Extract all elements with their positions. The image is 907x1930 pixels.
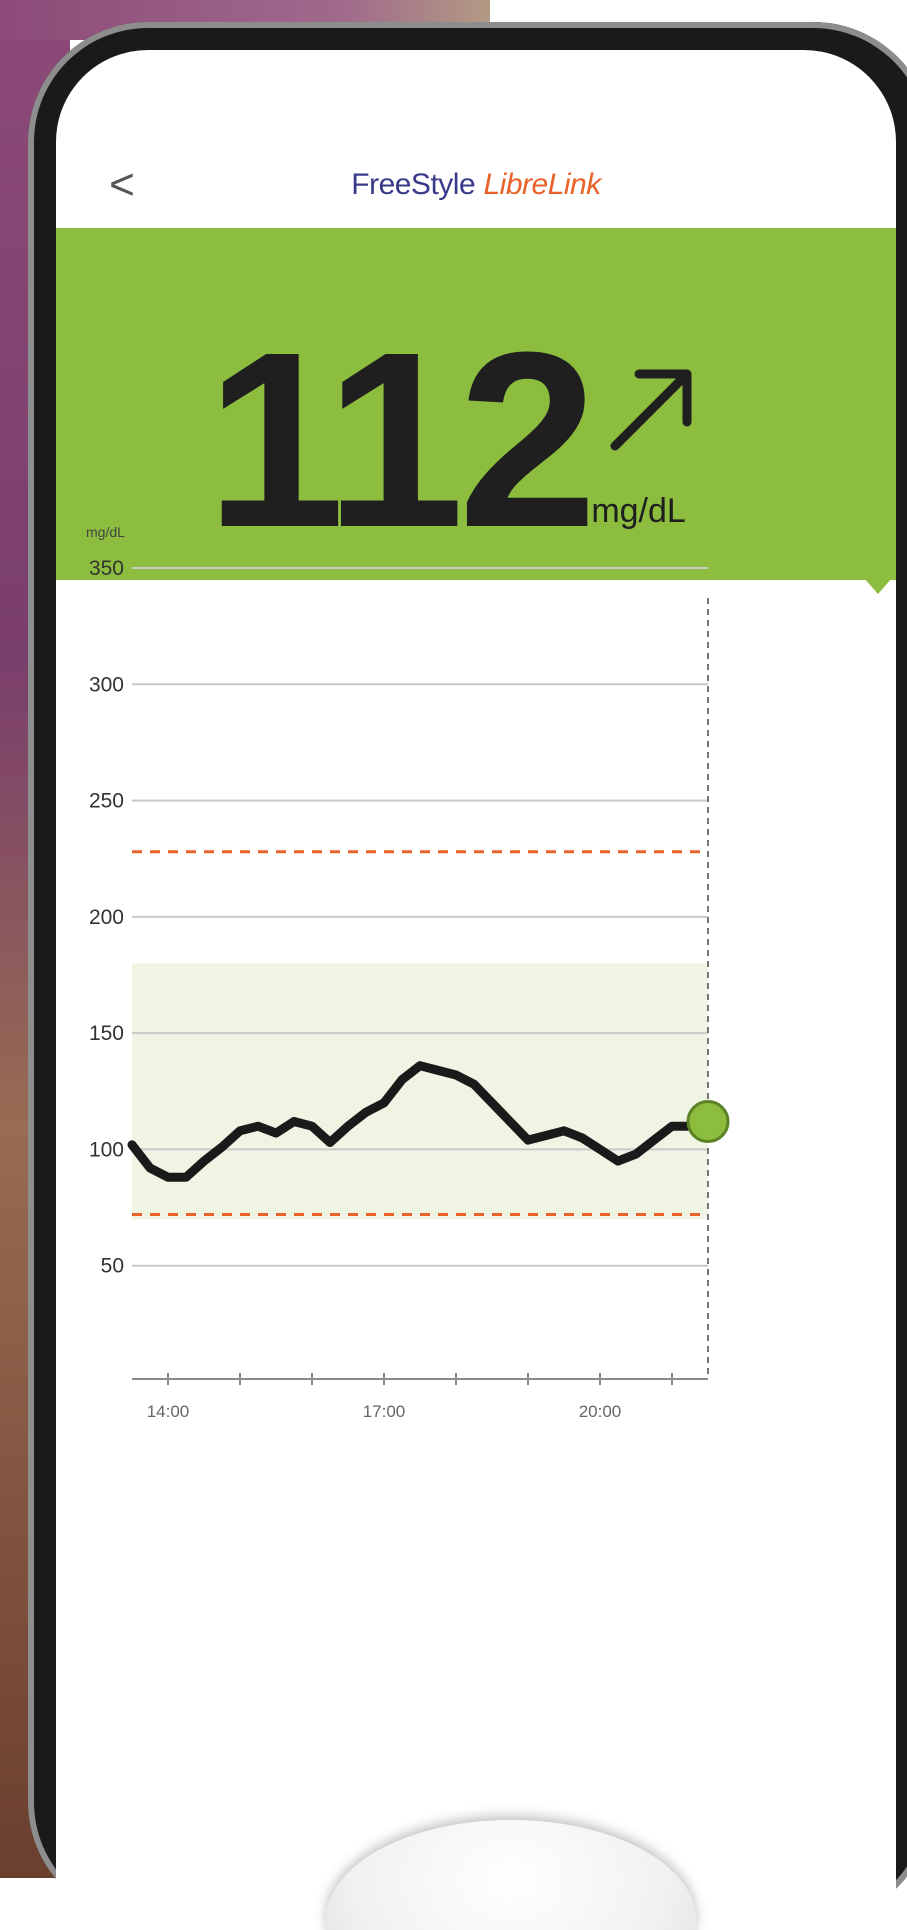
y-tick-label: 200 [89,906,124,929]
x-tick-label: 20:00 [579,1402,622,1421]
y-tick-label: 50 [101,1255,124,1278]
y-tick-label: 350 [89,557,124,580]
target-range-band [132,963,708,1220]
x-tick-label: 17:00 [363,1402,406,1421]
y-tick-label: 250 [89,790,124,813]
y-tick-label: 150 [89,1022,124,1045]
app-screen: < FreeStyle LibreLink 112 mg/dL 350 300 25… [56,50,896,1930]
current-reading-dot [686,1100,730,1144]
y-tick-label: 300 [89,673,124,696]
y-tick-label: 100 [89,1138,124,1161]
y-axis-unit-label: mg/dL [86,524,125,540]
glucose-chart: 350 300 250 200 150 100 50 14:00 17:00 20:00 mg/… [86,524,730,1421]
x-tick-label: 14:00 [147,1402,190,1421]
